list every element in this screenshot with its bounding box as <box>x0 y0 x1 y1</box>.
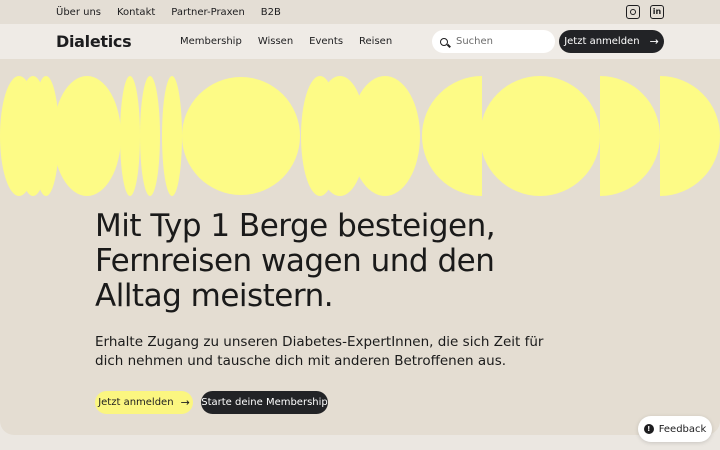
link-b2b[interactable]: B2B <box>261 7 281 18</box>
feedback-button[interactable]: Feedback <box>638 416 712 442</box>
logo[interactable]: Dialetics <box>56 32 132 51</box>
header-signup-button[interactable]: Jetzt anmelden → <box>559 30 664 53</box>
social-links: in <box>626 5 664 19</box>
search-input[interactable] <box>456 36 546 47</box>
shape-ellipse <box>350 76 420 196</box>
search-box[interactable] <box>432 30 555 53</box>
hero-headline: Mit Typ 1 Berge besteigen, Fernreisen wa… <box>95 208 496 314</box>
shape-ellipse <box>162 76 182 196</box>
link-partner-praxen[interactable]: Partner-Praxen <box>171 7 245 18</box>
nav-item-membership[interactable]: Membership <box>180 36 242 47</box>
instagram-icon[interactable] <box>626 5 640 19</box>
top-utility-bar: Über uns Kontakt Partner-Praxen B2B in <box>0 0 720 24</box>
shape-half-circle <box>600 76 660 196</box>
nav-item-reisen[interactable]: Reisen <box>359 36 392 47</box>
header-signup-label: Jetzt anmelden <box>564 36 640 47</box>
shape-half-circle <box>422 76 482 196</box>
hero-section: Mit Typ 1 Berge besteigen, Fernreisen wa… <box>0 59 720 435</box>
main-nav: Membership Wissen Events Reisen <box>180 24 392 59</box>
arrow-right-icon: → <box>180 396 190 409</box>
shape-ellipse <box>120 76 140 196</box>
feedback-label: Feedback <box>658 423 707 435</box>
nav-item-events[interactable]: Events <box>309 36 343 47</box>
shape-ellipse <box>53 76 121 196</box>
main-navbar: Dialetics Membership Wissen Events Reise… <box>0 24 720 59</box>
linkedin-icon[interactable]: in <box>650 5 664 19</box>
shape-half-circle <box>660 76 720 196</box>
link-ueber-uns[interactable]: Über uns <box>56 7 101 18</box>
membership-button-label: Starte deine Membership <box>201 397 328 408</box>
feedback-icon <box>643 424 654 434</box>
membership-button[interactable]: Starte deine Membership <box>201 391 328 414</box>
hero-signup-button[interactable]: Jetzt anmelden → <box>95 391 193 414</box>
search-icon <box>440 37 448 46</box>
hero-subtext: Erhalte Zugang zu unseren Diabetes-Exper… <box>95 334 544 369</box>
shape-circle <box>182 77 300 195</box>
arrow-right-icon: → <box>649 35 659 48</box>
hero-signup-label: Jetzt anmelden <box>98 397 174 408</box>
utility-links: Über uns Kontakt Partner-Praxen B2B <box>56 0 281 24</box>
nav-item-wissen[interactable]: Wissen <box>258 36 293 47</box>
decorative-shapes <box>0 76 720 196</box>
shape-circle <box>480 76 600 196</box>
shape-ellipse <box>140 76 160 196</box>
link-kontakt[interactable]: Kontakt <box>117 7 155 18</box>
